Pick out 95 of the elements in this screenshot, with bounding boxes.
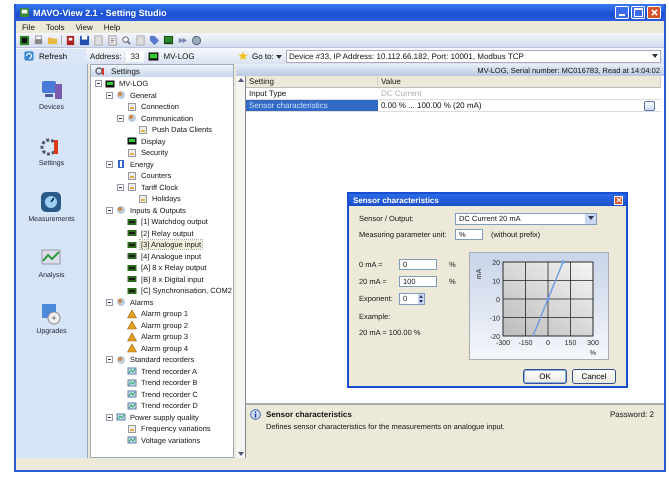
warning-icon xyxy=(127,332,137,342)
chart-icon xyxy=(127,366,137,376)
chart-icon xyxy=(127,389,137,400)
document-icon[interactable] xyxy=(107,34,118,46)
monitor-icon xyxy=(127,136,137,146)
close-icon xyxy=(616,197,622,203)
star-icon xyxy=(238,51,248,61)
board-icon xyxy=(127,240,137,250)
chart-icon xyxy=(127,435,137,446)
caret-icon xyxy=(276,54,282,58)
data-point xyxy=(561,260,565,264)
column-header[interactable]: Value xyxy=(378,77,661,86)
monitor-icon[interactable] xyxy=(163,34,174,46)
menu-item[interactable]: Tools xyxy=(46,22,65,32)
sphere-icon xyxy=(116,90,126,100)
table-cell: DC Current xyxy=(381,89,422,98)
collapse-toggle[interactable] xyxy=(117,184,124,191)
description-title: Sensor characteristics xyxy=(266,410,352,419)
caret-icon xyxy=(588,216,594,220)
close-button[interactable] xyxy=(614,196,623,204)
panel-title: Settings xyxy=(111,66,140,76)
document-icon xyxy=(127,424,137,434)
monitor-icon xyxy=(105,78,115,89)
document-icon xyxy=(127,102,137,112)
document-icon xyxy=(127,148,137,158)
table-cell: Sensor characteristics xyxy=(246,100,378,111)
goto-field[interactable]: Device #33, IP Address: 10.112.66.182, Port: 10001, Modbus TCP xyxy=(286,50,661,62)
disc-icon xyxy=(39,302,64,326)
chip-icon[interactable] xyxy=(19,34,30,46)
magnifier-icon[interactable] xyxy=(121,34,132,46)
close-icon xyxy=(650,8,658,17)
close-button[interactable] xyxy=(647,6,661,19)
address-label: Address: xyxy=(90,52,122,60)
board-icon xyxy=(127,216,137,227)
document-icon xyxy=(138,194,148,204)
dialog-button[interactable]: OK xyxy=(523,369,567,384)
document-icon xyxy=(138,124,148,135)
app-icon xyxy=(19,7,30,18)
password-level: Password: 2 xyxy=(610,410,654,419)
address-field[interactable]: 33 xyxy=(126,50,144,62)
sphere-icon xyxy=(116,297,126,308)
chart-icon xyxy=(127,378,137,388)
window-title: MAVO-View 2.1 - Setting Studio xyxy=(33,8,167,18)
collapse-toggle[interactable] xyxy=(106,414,113,421)
scroll-up-icon[interactable] xyxy=(238,78,244,82)
board-icon xyxy=(127,274,137,284)
minimize-button[interactable] xyxy=(615,6,629,19)
dialog-button[interactable]: Cancel xyxy=(572,369,616,384)
collapse-toggle[interactable] xyxy=(106,160,113,168)
sphere-icon xyxy=(116,354,126,365)
menu-item[interactable]: File xyxy=(22,22,35,32)
dialog-title: Sensor characteristics xyxy=(353,196,439,204)
sphere-icon xyxy=(127,113,137,124)
warning-icon xyxy=(127,343,137,354)
scrollbar[interactable] xyxy=(236,76,245,458)
collapse-toggle[interactable] xyxy=(106,356,113,364)
monitor-icon xyxy=(148,52,160,60)
collapse-toggle[interactable] xyxy=(95,80,102,88)
table-cell: 0.00 % ... 100.00 % (20 mA) xyxy=(381,101,482,110)
board-icon xyxy=(127,286,137,296)
scroll-down-icon[interactable] xyxy=(238,452,244,456)
menu-item[interactable]: View xyxy=(76,22,93,32)
goto-button[interactable]: Go to: xyxy=(252,52,282,60)
spin-arrows-icon xyxy=(418,294,424,304)
edit-button[interactable] xyxy=(644,100,655,110)
collapse-toggle[interactable] xyxy=(106,298,113,306)
collapse-toggle[interactable] xyxy=(106,92,113,99)
settings-icon xyxy=(95,66,105,76)
data-point xyxy=(546,297,550,301)
document-icon xyxy=(127,170,137,181)
board-icon xyxy=(127,251,137,262)
maximize-button[interactable] xyxy=(631,6,645,19)
refresh-button[interactable]: Refresh xyxy=(16,49,86,63)
board-icon xyxy=(127,262,137,273)
board-icon xyxy=(127,228,137,238)
device-name: MV-LOG xyxy=(163,52,195,60)
chart-icon xyxy=(116,412,126,422)
table-row[interactable]: Sensor characteristics 0.00 % ... 100.00 % (20 mA) xyxy=(246,100,661,112)
warning-icon xyxy=(127,308,137,319)
menu-item[interactable]: Help xyxy=(104,22,120,32)
sphere-icon xyxy=(116,205,126,216)
collapse-toggle[interactable] xyxy=(117,114,124,122)
table-cell-text: Input Type xyxy=(248,89,288,98)
column-header[interactable]: Setting xyxy=(246,77,378,86)
printer-icon[interactable] xyxy=(33,34,44,46)
caret-icon xyxy=(652,54,658,58)
document-icon xyxy=(127,182,137,192)
gauge-icon xyxy=(39,190,64,214)
collapse-toggle[interactable] xyxy=(106,206,113,214)
bar-icon xyxy=(116,159,126,170)
monitor-icon xyxy=(40,78,64,102)
refresh-icon xyxy=(24,51,34,61)
chart-icon xyxy=(127,400,137,411)
info-icon xyxy=(250,409,261,420)
warning-icon xyxy=(127,320,137,330)
